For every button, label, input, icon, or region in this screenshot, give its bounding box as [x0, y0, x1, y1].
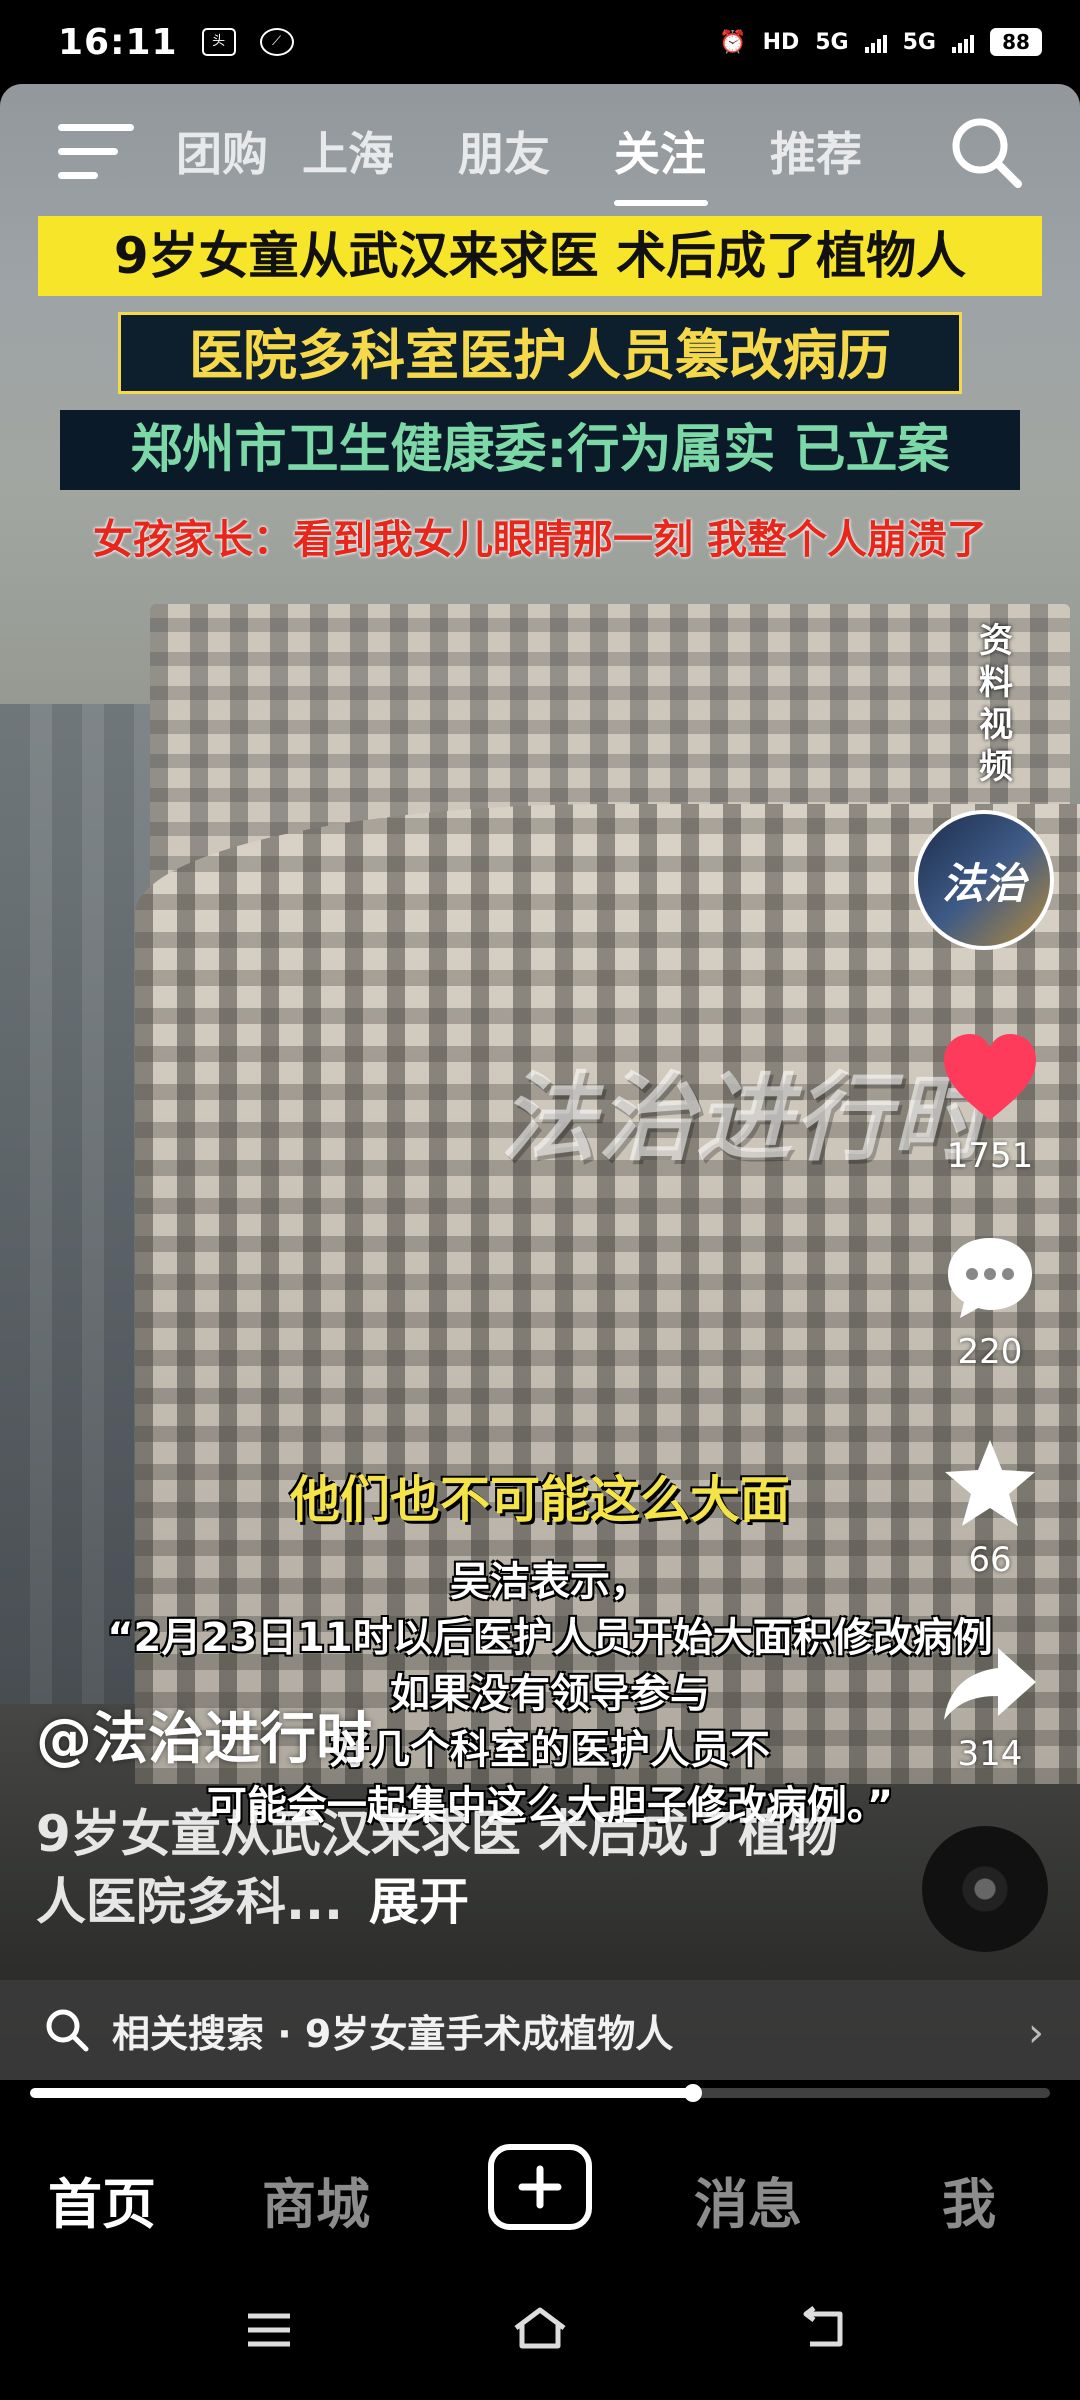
headline-3: 郑州市卫生健康委:行为属实 已立案: [60, 410, 1020, 490]
expand-button[interactable]: 展开: [369, 1873, 469, 1931]
tab-following[interactable]: 关注: [614, 118, 706, 184]
nav-messages[interactable]: 消息: [694, 2160, 802, 2239]
nav-home[interactable]: 首页: [48, 2160, 156, 2239]
menu-icon[interactable]: [58, 124, 134, 184]
tab-shanghai[interactable]: 上海: [302, 118, 394, 184]
like-button[interactable]: 1751: [930, 1030, 1050, 1176]
tab-recommend[interactable]: 推荐: [770, 118, 862, 184]
author-name[interactable]: @法治进行时: [36, 1694, 372, 1775]
progress-knob[interactable]: [684, 2084, 702, 2102]
headline-1: 9岁女童从武汉来求医 术后成了植物人: [38, 216, 1042, 296]
active-tab-indicator: [614, 200, 708, 206]
nav-mall[interactable]: 商城: [262, 2160, 370, 2239]
system-navigation-bar: [0, 2270, 1080, 2400]
like-count: 1751: [946, 1136, 1034, 1176]
quote-line: “2月23日11时以后医护人员开始大面积修改病例: [107, 1615, 993, 1661]
news-app-icon: 头: [201, 28, 236, 56]
signal-icon-2: [952, 31, 974, 53]
heart-icon: [944, 1034, 1036, 1120]
progress-fill: [30, 2088, 693, 2098]
back-icon[interactable]: [800, 2306, 850, 2350]
tab-group-buy[interactable]: 团购: [176, 118, 268, 184]
music-disc-icon[interactable]: [922, 1826, 1048, 1952]
headline-2: 医院多科室医护人员篡改病历: [118, 312, 962, 394]
home-icon[interactable]: [510, 2304, 570, 2352]
related-search-icon: [46, 2009, 89, 2052]
video-description[interactable]: 9岁女童从武汉来求医 术后成了植物人医院多科... 展开: [36, 1800, 856, 1936]
network-label-2: 5G: [902, 29, 936, 55]
related-query: 9岁女童手术成植物人: [304, 2011, 674, 2056]
recents-icon[interactable]: [244, 2310, 294, 2350]
archive-video-label: 资料视频: [979, 621, 1013, 787]
author-avatar[interactable]: 法治: [914, 810, 1054, 950]
create-post-button[interactable]: [488, 2144, 592, 2230]
hd-icon: HD: [762, 29, 800, 55]
comment-button[interactable]: 220: [930, 1232, 1050, 1372]
tab-friends[interactable]: 朋友: [458, 118, 550, 184]
status-bar: 16:11 头 ⟋ ⏰ HD 5G 5G 88: [0, 0, 1080, 84]
headline-4: 女孩家长：看到我女儿眼睛那一刻 我整个人崩溃了: [93, 517, 987, 563]
related-search-bar[interactable]: 相关搜索 · 9岁女童手术成植物人 ›: [0, 1980, 1080, 2080]
comment-count: 220: [957, 1332, 1023, 1372]
video-watermark: 法治进行时: [500, 1062, 990, 1174]
status-time: 16:11: [58, 21, 178, 63]
network-label-1: 5G: [815, 29, 849, 55]
alarm-icon: ⏰: [719, 29, 747, 55]
bottom-nav: 首页 商城 消息 我: [0, 2110, 1080, 2270]
nav-me[interactable]: 我: [942, 2160, 996, 2239]
battery-indicator: 88: [990, 28, 1042, 56]
avatar-label: 法治: [941, 858, 1026, 908]
signal-icon-1: [864, 31, 887, 53]
video-subtitle: 他们也不可能这么大面: [290, 1471, 790, 1529]
comment-icon: [948, 1238, 1032, 1318]
search-icon[interactable]: [946, 112, 1026, 192]
leaf-app-icon: ⟋: [259, 28, 294, 56]
video-progress-bar[interactable]: [30, 2084, 1050, 2102]
related-separator: ·: [277, 2011, 292, 2056]
plus-icon: [518, 2165, 562, 2209]
chevron-right-icon: ›: [1028, 2010, 1044, 2056]
related-search-text: 相关搜索 · 9岁女童手术成植物人: [112, 2003, 673, 2058]
quote-line: 吴洁表示，: [450, 1559, 650, 1605]
related-prefix: 相关搜索: [112, 2011, 265, 2056]
